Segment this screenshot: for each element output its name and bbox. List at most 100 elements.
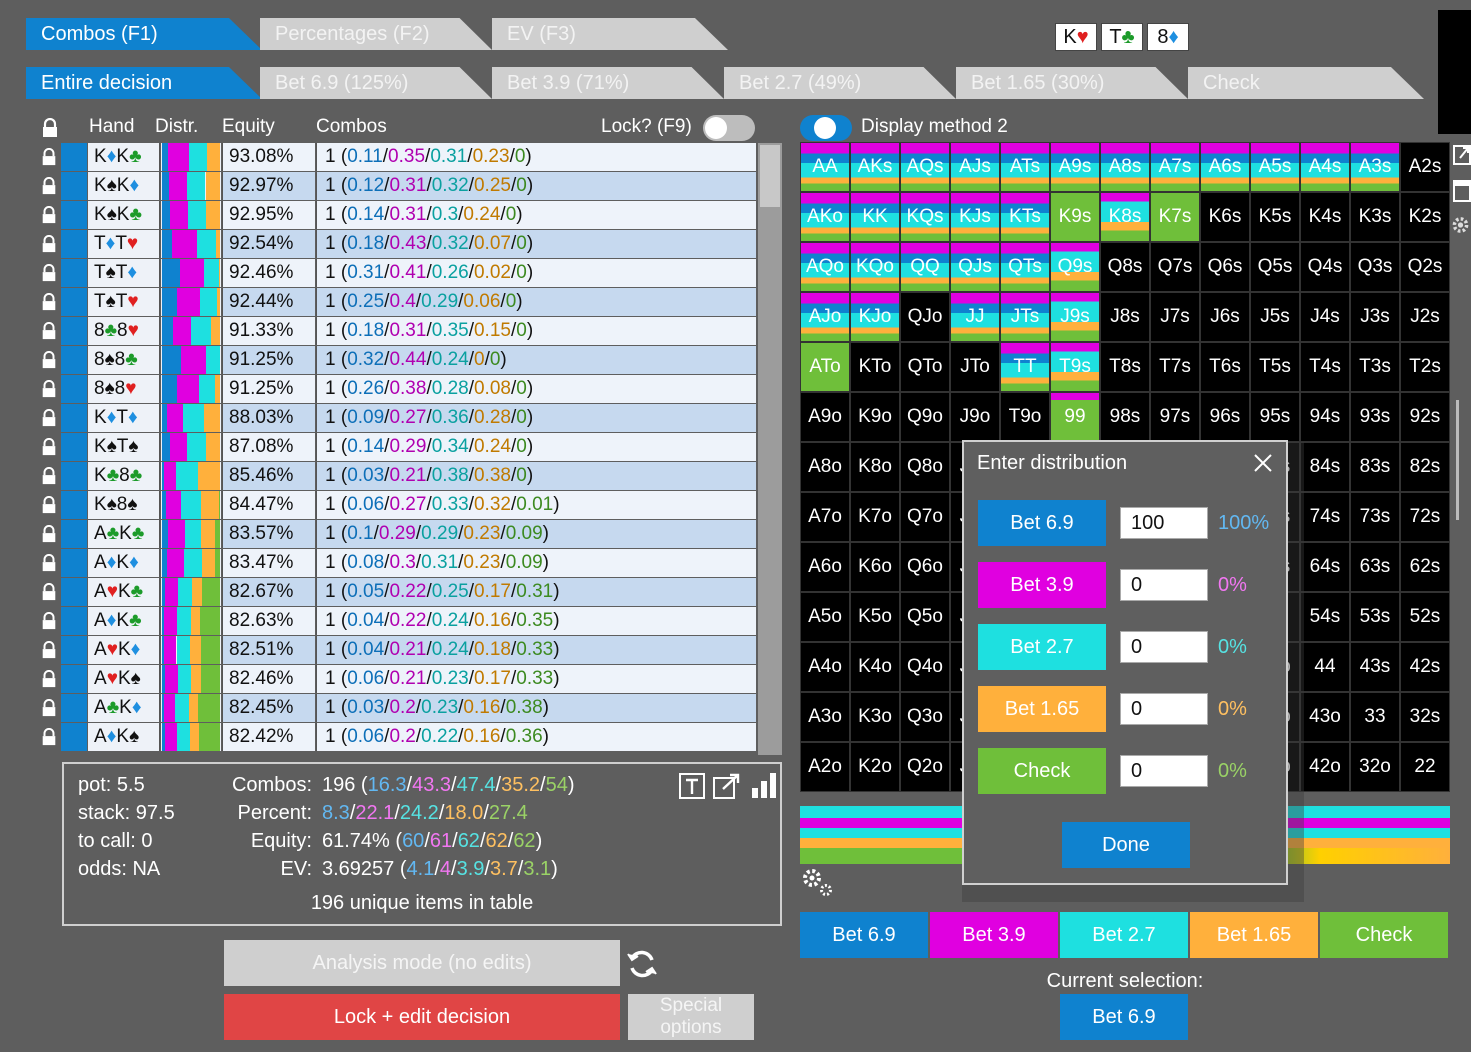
lock-icon[interactable] [40,293,58,311]
hand-cell-kts[interactable]: KTs [1000,192,1050,242]
lock-icon[interactable] [40,583,58,601]
header-combos[interactable]: Combos [316,116,387,138]
hand-cell-t3s[interactable]: T3s [1350,342,1400,392]
hand-cell-63s[interactable]: 63s [1350,542,1400,592]
hand-cell-a2o[interactable]: A2o [800,742,850,792]
hand-cell-q5o[interactable]: Q5o [900,592,950,642]
lock-icon[interactable] [40,525,58,543]
hand-cell-aa[interactable]: AA [800,142,850,192]
hand-cell-q6s[interactable]: Q6s [1200,242,1250,292]
table-row[interactable]: A♥K♦ 82.51% 1 (0.04/0.21/0.24/0.18/0.33) [38,636,758,665]
lock-icon[interactable] [40,496,58,514]
hand-cell-k5s[interactable]: K5s [1250,192,1300,242]
hand-cell-kqo[interactable]: KQo [850,242,900,292]
lock-icon[interactable] [40,641,58,659]
gear-icon[interactable] [1450,212,1471,238]
hand-cell-k6o[interactable]: K6o [850,542,900,592]
hand-cell-k3s[interactable]: K3s [1350,192,1400,242]
table-row[interactable]: K♠T♠ 87.08% 1 (0.14/0.29/0.34/0.24/0) [38,433,758,462]
hand-cell-t9s[interactable]: T9s [1050,342,1100,392]
dialog-bet-1-65-button[interactable]: Bet 1.65 [978,686,1106,732]
table-row[interactable]: K♠K♦ 92.97% 1 (0.12/0.31/0.32/0.25/0) [38,172,758,201]
table-row[interactable]: 8♣8♥ 91.33% 1 (0.18/0.31/0.35/0.15/0) [38,317,758,346]
hand-cell-t6s[interactable]: T6s [1200,342,1250,392]
hand-cell-72s[interactable]: 72s [1400,492,1450,542]
hand-cell-q2o[interactable]: Q2o [900,742,950,792]
hand-cell-jts[interactable]: JTs [1000,292,1050,342]
hand-cell-32s[interactable]: 32s [1400,692,1450,742]
hand-cell-ato[interactable]: ATo [800,342,850,392]
lock-icon[interactable] [40,351,58,369]
hand-cell-k3o[interactable]: K3o [850,692,900,742]
table-row[interactable]: A♦K♣ 82.63% 1 (0.04/0.22/0.24/0.16/0.35) [38,607,758,636]
hand-cell-q9s[interactable]: Q9s [1050,242,1100,292]
table-row[interactable]: K♦K♣ 93.08% 1 (0.11/0.35/0.31/0.23/0) [38,143,758,172]
tab-entire-decision[interactable]: Entire decision [26,67,262,99]
action-bet-3-9-button[interactable]: Bet 3.9 [930,912,1058,958]
lock-toggle[interactable] [703,115,755,141]
hand-cell-q9o[interactable]: Q9o [900,392,950,442]
hand-cell-qjo[interactable]: QJo [900,292,950,342]
hand-cell-q6o[interactable]: Q6o [900,542,950,592]
text-icon[interactable] [678,772,706,800]
hand-cell-aqs[interactable]: AQs [900,142,950,192]
hand-cell-82s[interactable]: 82s [1400,442,1450,492]
action-check-button[interactable]: Check [1320,912,1448,958]
table-row[interactable]: A♦K♦ 83.47% 1 (0.08/0.3/0.31/0.23/0.09) [38,549,758,578]
hand-cell-83s[interactable]: 83s [1350,442,1400,492]
hand-cell-j5s[interactable]: J5s [1250,292,1300,342]
table-row[interactable]: K♣8♣ 85.46% 1 (0.03/0.21/0.38/0.38/0) [38,462,758,491]
table-row[interactable]: 8♠8♣ 91.25% 1 (0.32/0.44/0.24/0/0) [38,346,758,375]
hand-cell-44[interactable]: 44 [1300,642,1350,692]
hand-cell-42s[interactable]: 42s [1400,642,1450,692]
hand-cell-qto[interactable]: QTo [900,342,950,392]
hand-cell-k4o[interactable]: K4o [850,642,900,692]
export-icon[interactable] [712,772,742,800]
dialog-bet-1-65-input[interactable]: 0 [1120,693,1208,725]
hand-cell-qq[interactable]: QQ [900,242,950,292]
tab-ev[interactable]: EV (F3) [492,18,728,50]
hand-cell-43o[interactable]: 43o [1300,692,1350,742]
hand-cell-kjo[interactable]: KJo [850,292,900,342]
hand-cell-k7o[interactable]: K7o [850,492,900,542]
hand-cell-53s[interactable]: 53s [1350,592,1400,642]
hand-cell-j3s[interactable]: J3s [1350,292,1400,342]
hand-cell-t4s[interactable]: T4s [1300,342,1350,392]
scroll-thumb[interactable] [760,145,780,207]
hand-cell-q3s[interactable]: Q3s [1350,242,1400,292]
hand-cell-q8s[interactable]: Q8s [1100,242,1150,292]
lock-icon[interactable] [40,612,58,630]
hand-cell-22[interactable]: 22 [1400,742,1450,792]
table-row[interactable]: A♣K♦ 82.45% 1 (0.03/0.2/0.23/0.16/0.38) [38,694,758,723]
hand-cell-54s[interactable]: 54s [1300,592,1350,642]
lock-edit-button[interactable]: Lock + edit decision [224,994,620,1040]
hand-cell-q4o[interactable]: Q4o [900,642,950,692]
hand-cell-98s[interactable]: 98s [1100,392,1150,442]
lock-icon[interactable] [40,118,60,138]
hand-cell-ats[interactable]: ATs [1000,142,1050,192]
hand-cell-kjs[interactable]: KJs [950,192,1000,242]
lock-icon[interactable] [40,380,58,398]
hand-cell-k5o[interactable]: K5o [850,592,900,642]
refresh-icon[interactable] [626,948,658,980]
hand-cell-q2s[interactable]: Q2s [1400,242,1450,292]
lock-icon[interactable] [40,148,58,166]
hand-cell-t7s[interactable]: T7s [1150,342,1200,392]
display-method-toggle[interactable] [800,115,852,141]
hand-cell-a9s[interactable]: A9s [1050,142,1100,192]
hand-cell-j9s[interactable]: J9s [1050,292,1100,342]
hand-cell-tt[interactable]: TT [1000,342,1050,392]
hand-cell-q8o[interactable]: Q8o [900,442,950,492]
hand-cell-kto[interactable]: KTo [850,342,900,392]
hand-cell-a2s[interactable]: A2s [1400,142,1450,192]
table-row[interactable]: T♠T♥ 92.44% 1 (0.25/0.4/0.29/0.06/0) [38,288,758,317]
hand-cell-j9o[interactable]: J9o [950,392,1000,442]
action-bet-1-65-button[interactable]: Bet 1.65 [1190,912,1318,958]
hand-cell-a9o[interactable]: A9o [800,392,850,442]
hand-cell-jto[interactable]: JTo [950,342,1000,392]
hand-cell-43s[interactable]: 43s [1350,642,1400,692]
tab-bet-1-65[interactable]: Bet 1.65 (30%) [956,67,1188,99]
hand-cell-84s[interactable]: 84s [1300,442,1350,492]
dialog-check-button[interactable]: Check [978,748,1106,794]
table-row[interactable]: K♠K♣ 92.95% 1 (0.14/0.31/0.3/0.24/0) [38,201,758,230]
